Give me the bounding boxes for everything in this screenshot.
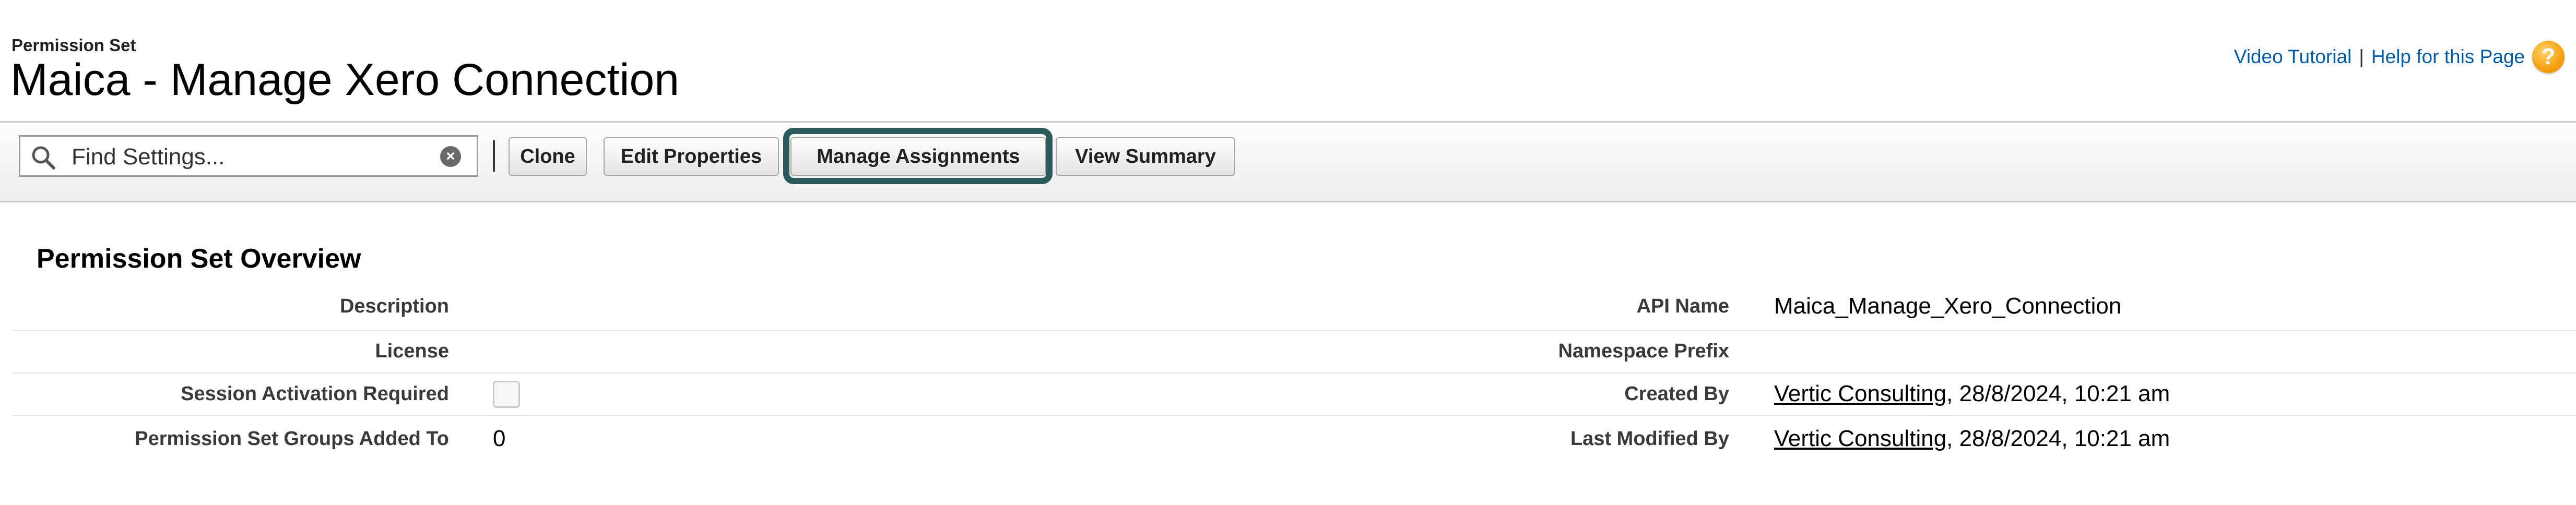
permission-set-page: Permission Set Maica - Manage Xero Conne… — [0, 0, 2576, 505]
namespace-prefix-label: Namespace Prefix — [1558, 340, 1729, 362]
page-type-label: Permission Set — [11, 35, 136, 55]
header-links: Video Tutorial | Help for this Page ? — [2234, 41, 2565, 73]
find-settings-input[interactable] — [70, 141, 438, 173]
help-icon[interactable]: ? — [2532, 41, 2565, 73]
clear-search-icon[interactable]: × — [440, 146, 461, 167]
created-by-label: Created By — [1624, 383, 1729, 405]
created-by-date: , 28/8/2024, 10:21 am — [1946, 381, 2170, 406]
api-name-label: API Name — [1636, 295, 1729, 317]
session-activation-label: Session Activation Required — [181, 383, 449, 405]
help-page-link[interactable]: Help for this Page — [2371, 46, 2525, 68]
toolbar-divider — [493, 140, 495, 172]
link-separator: | — [2359, 46, 2364, 67]
find-settings-box: × — [19, 135, 478, 177]
row-divider — [13, 330, 2576, 331]
view-summary-button[interactable]: View Summary — [1056, 137, 1235, 176]
created-by-user-link[interactable]: Vertic Consulting — [1774, 381, 1946, 406]
page-title: Maica - Manage Xero Connection — [10, 55, 680, 105]
last-modified-by-date: , 28/8/2024, 10:21 am — [1946, 426, 2170, 451]
session-activation-checkbox — [493, 381, 520, 408]
search-icon — [30, 144, 57, 174]
overview-section-title: Permission Set Overview — [37, 244, 361, 274]
manage-assignments-button[interactable]: Manage Assignments — [790, 137, 1046, 176]
clone-button[interactable]: Clone — [509, 137, 587, 176]
created-by-value: Vertic Consulting, 28/8/2024, 10:21 am — [1774, 381, 2170, 407]
permission-set-groups-label: Permission Set Groups Added To — [135, 428, 449, 450]
row-divider — [13, 415, 2576, 416]
last-modified-by-value: Vertic Consulting, 28/8/2024, 10:21 am — [1774, 426, 2170, 452]
license-label: License — [375, 340, 449, 362]
api-name-value: Maica_Manage_Xero_Connection — [1774, 293, 2122, 319]
last-modified-by-user-link[interactable]: Vertic Consulting — [1774, 426, 1946, 451]
edit-properties-button[interactable]: Edit Properties — [604, 137, 779, 176]
toolbar: × Clone Edit Properties Manage Assignmen… — [0, 121, 2576, 202]
permission-set-groups-value: 0 — [493, 426, 506, 451]
last-modified-by-label: Last Modified By — [1570, 428, 1729, 450]
video-tutorial-link[interactable]: Video Tutorial — [2234, 46, 2352, 68]
row-divider — [13, 372, 2576, 374]
description-label: Description — [339, 295, 449, 317]
